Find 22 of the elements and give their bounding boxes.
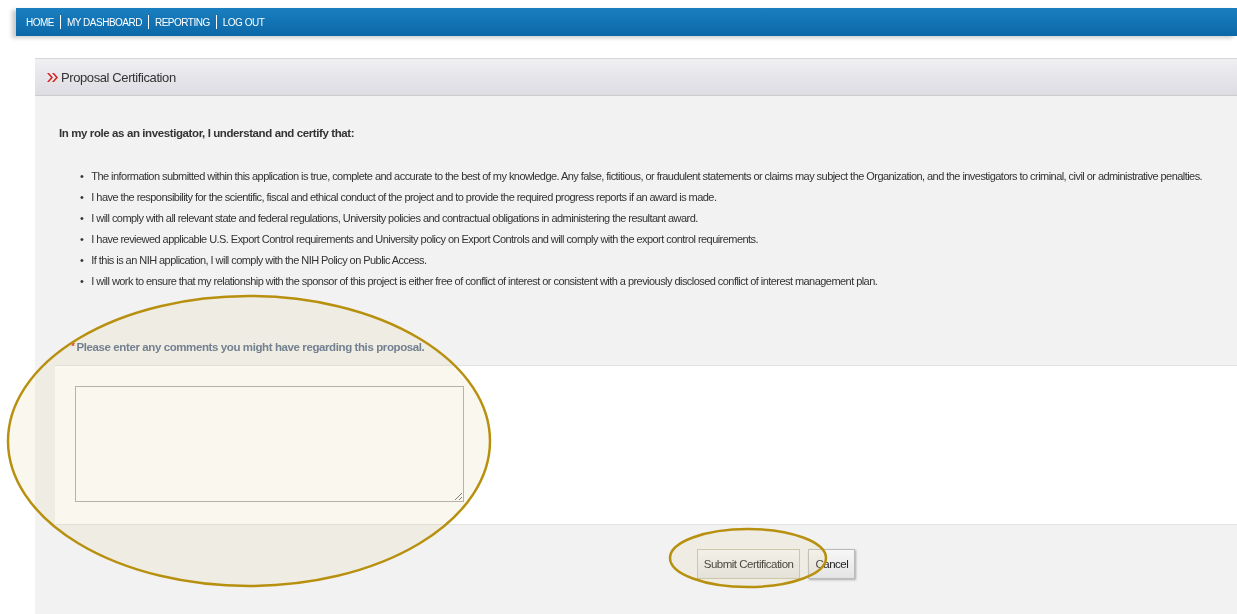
certification-statement: I will work to ensure that my relationship with the sponsor of this project is either free of conflict of interest or consistent with a previously disclosed conflict of interest management plan. [91,274,878,289]
intro-text: In my role as an investigator, I understand and certify that: [59,127,356,139]
nav-link[interactable]: HOME [26,16,54,28]
comments-label: Please enter any comments you might have regarding this proposal. [76,341,425,353]
submit-button[interactable]: Submit Certification [696,549,801,579]
nav-link[interactable]: MY DASHBOARD [67,16,142,28]
nav-link[interactable]: REPORTING [154,16,210,28]
certification-statement: If this is an NIH application, I will comply with the NIH Policy on Public Access. [91,253,427,268]
bullet-icon: • [80,271,84,292]
bullet-icon: • [80,208,84,229]
double-chevron-icon [47,72,58,82]
bullet-icon: • [80,187,84,208]
certification-statement: The information submitted within this application is true, complete and accurate to the best of my knowledge. Any false, fictitious, or fraudulent statements or claims may subject the Organization, and the investigators to criminal, civil or administrative penalties. [91,169,1203,184]
nav-link[interactable]: LOG OUT [222,16,265,28]
certification-statement: I have reviewed applicable U.S. Export Control requirements and University policy on Export Controls and will comply with the export control requirements. [91,232,758,247]
certification-statement: I will comply with all relevant state and federal regulations, University policies and contractual obligations in administering the resultant award. [91,211,698,226]
panel-title: Proposal Certification [61,69,176,85]
certification-statement: I have the responsibility for the scientific, fiscal and ethical conduct of the project and to provide the required progress reports if an award is made. [91,190,717,205]
bullet-icon: • [80,250,84,271]
bullet-icon: • [80,166,84,187]
comments-field[interactable] [75,386,464,502]
bullet-icon: • [80,229,84,250]
